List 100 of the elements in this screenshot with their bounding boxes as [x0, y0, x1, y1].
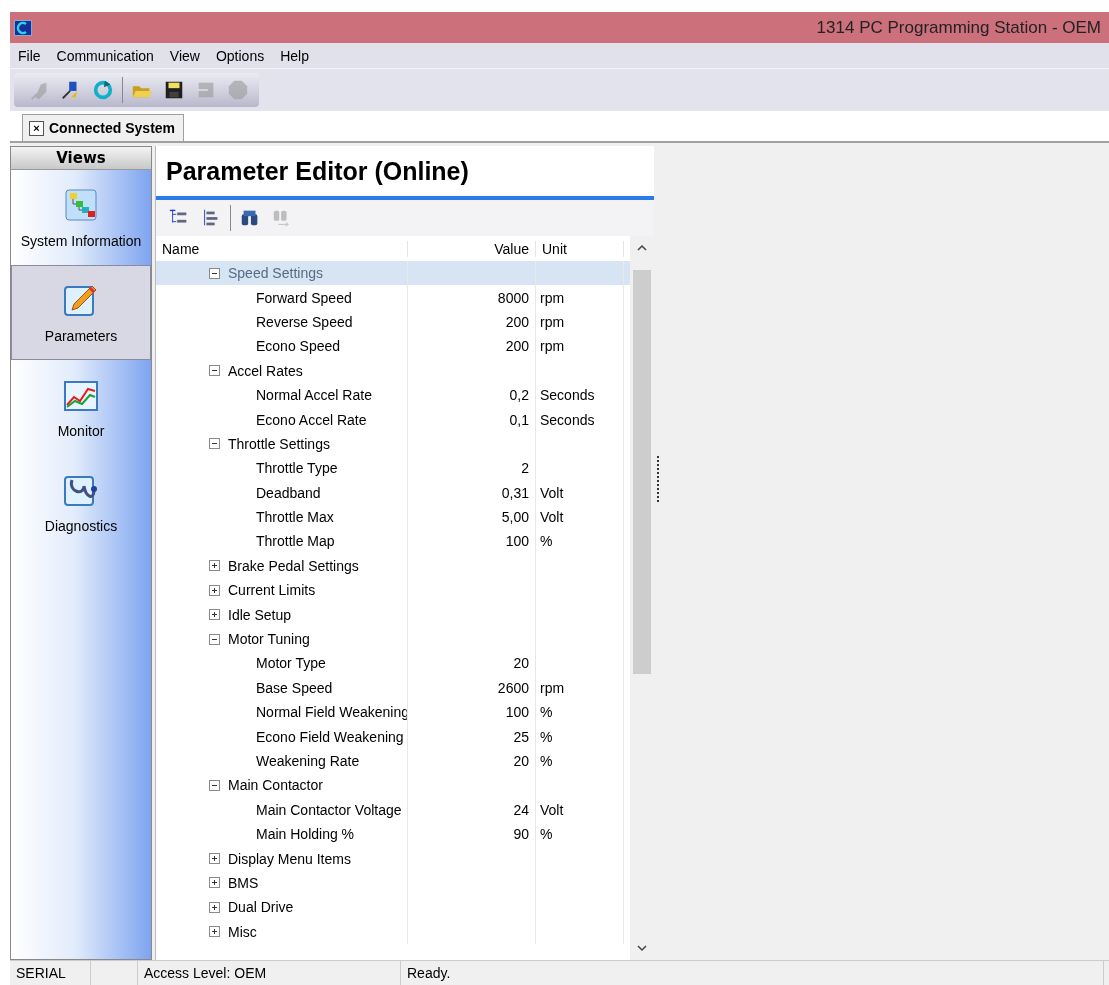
tree-row[interactable]: Idle Setup: [156, 602, 630, 627]
parameter-name: Throttle Type: [256, 460, 338, 477]
parameter-value: 8000: [497, 289, 529, 306]
parameter-value: 0,2: [509, 387, 529, 404]
parameter-name: Econo Field Weakening: [256, 728, 404, 745]
parameter-unit: %: [540, 704, 553, 721]
parameter-value: 2: [521, 460, 529, 477]
parameter-unit: rpm: [540, 679, 565, 696]
parameter-value: 100: [505, 533, 529, 550]
parameter-unit: Volt: [540, 801, 564, 818]
group-name: Brake Pedal Settings: [228, 557, 359, 574]
group-name: Dual Drive: [228, 899, 294, 916]
tree-row[interactable]: Dual Drive: [156, 895, 630, 920]
tree-row[interactable]: Speed Settings: [156, 261, 630, 286]
expand-toggle-icon[interactable]: [209, 853, 220, 865]
parameter-value: 20: [513, 753, 529, 769]
tree-row[interactable]: Display Menu Items: [156, 846, 630, 871]
parameter-name: Main Holding %: [256, 826, 355, 843]
parameter-value: 20: [513, 655, 529, 672]
menu-item[interactable]: Options: [209, 45, 271, 66]
parameter-value: 100: [505, 704, 529, 721]
status-text: SERIAL: [16, 965, 66, 981]
document-tab[interactable]: × Connected System: [22, 114, 185, 141]
parameter-name: Econo Speed: [256, 338, 341, 355]
sidebar-title: Views: [11, 147, 151, 170]
parameter-name: Throttle Max: [256, 509, 334, 526]
tree-row[interactable]: BMS: [156, 870, 630, 896]
parameter-name: Motor Type: [256, 655, 326, 672]
parameter-name: Main Contactor Voltage: [256, 801, 402, 818]
tree-row[interactable]: Main Contactor: [156, 773, 630, 798]
app-icon: [14, 19, 32, 36]
parameter-unit: rpm: [540, 338, 565, 355]
expand-toggle-icon[interactable]: [209, 609, 220, 621]
parameter-value: 0,31: [501, 484, 529, 501]
collapse-toggle-icon[interactable]: [209, 267, 220, 279]
column-header[interactable]: Unit: [536, 240, 624, 257]
column-header[interactable]: Value: [408, 240, 536, 257]
group-name: Speed Settings: [228, 265, 323, 282]
parameter-value: 2600: [497, 679, 529, 696]
collapse-toggle-icon[interactable]: [209, 779, 220, 791]
expand-toggle-icon[interactable]: [209, 560, 220, 572]
parameter-value: 200: [505, 338, 529, 355]
parameter-value: 0,1: [509, 411, 529, 428]
parameter-unit: Volt: [540, 509, 564, 526]
close-icon[interactable]: ×: [29, 120, 44, 136]
group-name: Idle Setup: [228, 606, 292, 623]
parameter-unit: Volt: [540, 484, 564, 501]
group-name: Misc: [228, 923, 257, 940]
tree-row[interactable]: Brake Pedal Settings: [156, 553, 630, 579]
parameter-name: Forward Speed: [256, 289, 352, 306]
menu-item[interactable]: View: [163, 45, 206, 66]
menu-item[interactable]: Help: [274, 45, 315, 66]
group-name: Main Contactor: [228, 777, 323, 794]
expand-toggle-icon[interactable]: [209, 901, 220, 913]
parameter-unit: Seconds: [540, 387, 595, 404]
parameter-name: Base Speed: [256, 679, 333, 696]
sidebar-item[interactable]: System Information: [11, 170, 151, 265]
column-header[interactable]: Name: [156, 240, 408, 257]
parameter-value: 200: [505, 313, 529, 330]
tree-row[interactable]: Throttle Settings: [156, 431, 630, 457]
expand-toggle-icon[interactable]: [209, 877, 220, 889]
parameter-name: Deadband: [256, 484, 321, 501]
parameter-name: Throttle Map: [256, 533, 335, 550]
parameter-value: 90: [513, 826, 529, 843]
sidebar-item[interactable]: Parameters: [11, 265, 151, 360]
group-name: Accel Rates: [228, 362, 303, 379]
parameter-name: Reverse Speed: [256, 313, 353, 330]
group-name: Display Menu Items: [228, 850, 351, 867]
parameter-value: 5,00: [501, 509, 529, 526]
editor-title: Parameter Editor (Online): [166, 156, 469, 186]
group-name: BMS: [228, 874, 259, 891]
collapse-toggle-icon[interactable]: [209, 365, 220, 377]
scrollbar[interactable]: [630, 236, 654, 960]
parameter-unit: rpm: [540, 313, 565, 330]
group-name: Throttle Settings: [228, 435, 330, 452]
group-name: Motor Tuning: [228, 631, 310, 648]
tree-row[interactable]: Misc: [156, 919, 630, 944]
sidebar-item[interactable]: Diagnostics: [11, 455, 151, 550]
window-title: 1314 PC Programming Station - OEM: [816, 17, 1101, 38]
splitter-grip[interactable]: [657, 456, 662, 502]
parameter-unit: rpm: [540, 289, 565, 306]
collapse-toggle-icon[interactable]: [209, 633, 220, 645]
scroll-down-icon[interactable]: [636, 942, 648, 954]
group-name: Current Limits: [228, 582, 316, 599]
sidebar-item[interactable]: Monitor: [11, 360, 151, 455]
parameter-unit: %: [540, 728, 553, 745]
status-text: Access Level: OEM: [144, 965, 267, 981]
parameter-unit: Seconds: [540, 411, 595, 428]
tree-row[interactable]: Current Limits: [156, 578, 630, 603]
expand-toggle-icon[interactable]: [209, 926, 220, 938]
tree-row[interactable]: Accel Rates: [156, 358, 630, 383]
parameter-value: 25: [513, 728, 529, 745]
collapse-toggle-icon[interactable]: [209, 438, 220, 450]
menu-item[interactable]: File: [12, 45, 47, 66]
tree-row[interactable]: Motor Tuning: [156, 626, 630, 652]
parameter-name: Normal Accel Rate: [256, 387, 372, 404]
parameter-value: 24: [513, 801, 529, 818]
parameter-unit: %: [540, 533, 553, 550]
expand-toggle-icon[interactable]: [209, 584, 220, 596]
menu-item[interactable]: Communication: [50, 45, 160, 66]
